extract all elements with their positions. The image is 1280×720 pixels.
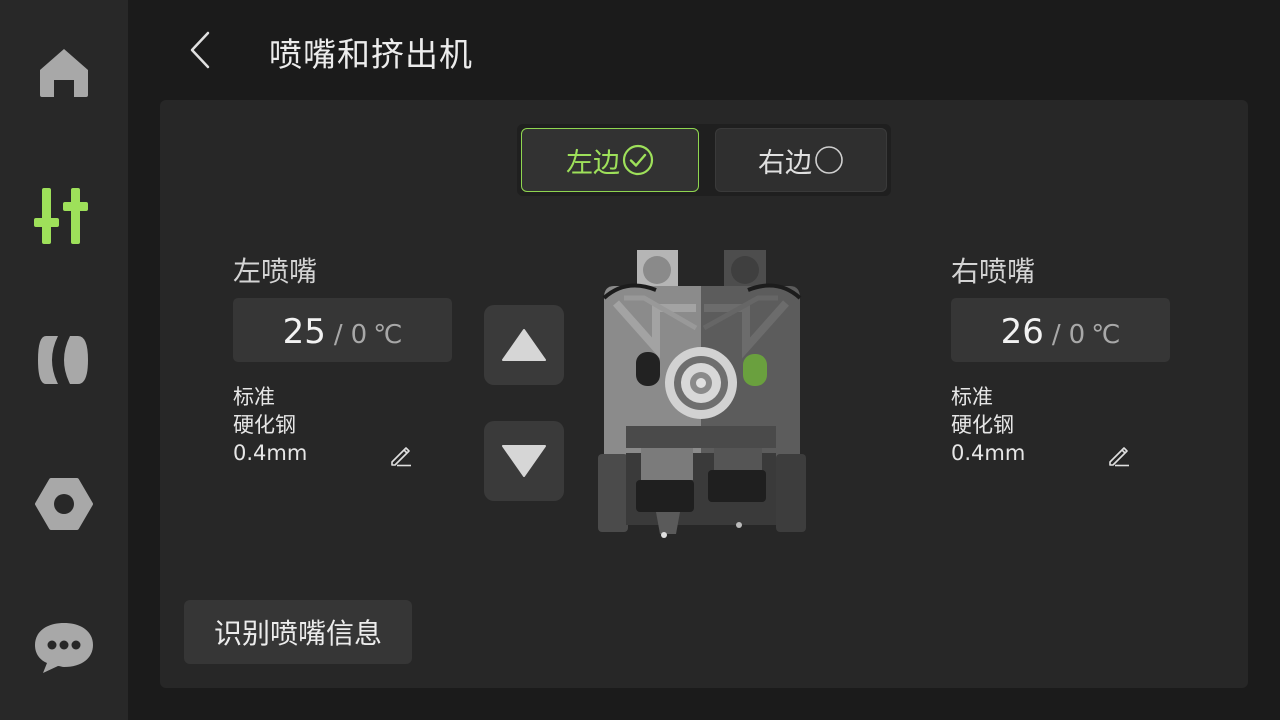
- right-nozzle-info: 标准 硬化钢 0.4mm: [951, 383, 1025, 467]
- filament-spool-icon: [38, 336, 88, 384]
- nav-messages[interactable]: [24, 608, 104, 688]
- left-nozzle-temp-box[interactable]: 25 / 0 ℃: [233, 298, 452, 362]
- empty-circle-icon: [815, 146, 843, 174]
- chevron-left-icon: [190, 31, 210, 69]
- extrude-down-button[interactable]: [484, 421, 564, 501]
- check-circle-icon: [622, 144, 654, 176]
- right-side-option[interactable]: 右边: [715, 128, 887, 192]
- left-nozzle-current-temp: 25: [282, 312, 326, 352]
- nav-controls[interactable]: [24, 175, 104, 255]
- pencil-icon: [1109, 447, 1129, 467]
- home-icon: [40, 49, 88, 97]
- right-nozzle-diameter: 0.4mm: [951, 441, 1026, 465]
- left-nozzle-edit-button[interactable]: [386, 440, 416, 470]
- nozzle-side-selector: 左边 右边: [517, 124, 891, 196]
- left-nozzle-material: 硬化钢: [233, 413, 296, 437]
- extrude-up-button[interactable]: [484, 305, 564, 385]
- extruder-image: [598, 250, 806, 538]
- left-nozzle-temp-separator: /: [333, 320, 343, 350]
- right-nozzle-temp-separator: /: [1051, 320, 1061, 350]
- page-title: 喷嘴和挤出机: [269, 35, 473, 74]
- left-side-label: 左边: [566, 147, 620, 179]
- right-nozzle-target-temp: 0: [1068, 320, 1086, 350]
- right-nozzle-temp-box[interactable]: 26 / 0 ℃: [951, 298, 1170, 362]
- settings-nut-icon: [35, 478, 93, 530]
- identify-nozzle-button[interactable]: 识别喷嘴信息: [184, 600, 412, 664]
- right-nozzle-label: 右喷嘴: [951, 255, 1036, 288]
- triangle-up-icon: [502, 329, 546, 361]
- right-nozzle-material: 硬化钢: [951, 413, 1014, 437]
- left-nozzle-temp-unit: ℃: [373, 320, 403, 350]
- right-nozzle-edit-button[interactable]: [1104, 440, 1134, 470]
- header: 喷嘴和挤出机: [128, 0, 1280, 100]
- main-panel: 左边 右边 左喷嘴 25 / 0 ℃ 标准 硬化钢 0.4mm 右喷嘴 26 /…: [160, 100, 1248, 688]
- right-nozzle-type: 标准: [951, 385, 993, 409]
- left-nozzle-info: 标准 硬化钢 0.4mm: [233, 383, 307, 467]
- right-nozzle-current-temp: 26: [1000, 312, 1044, 352]
- nav-home[interactable]: [24, 32, 104, 112]
- extruder-illustration: [596, 248, 808, 540]
- triangle-down-icon: [502, 445, 546, 477]
- pencil-icon: [391, 447, 411, 467]
- nav-filament[interactable]: [24, 320, 104, 400]
- adjust-sliders-icon: [34, 188, 88, 244]
- sidebar: [0, 0, 128, 720]
- right-nozzle-temp-unit: ℃: [1091, 320, 1121, 350]
- left-nozzle-diameter: 0.4mm: [233, 441, 308, 465]
- back-button[interactable]: [178, 26, 222, 74]
- right-side-label: 右边: [758, 147, 812, 179]
- left-nozzle-label: 左喷嘴: [233, 255, 318, 288]
- message-bubble-icon: [35, 623, 93, 673]
- left-nozzle-type: 标准: [233, 385, 275, 409]
- left-nozzle-target-temp: 0: [350, 320, 368, 350]
- left-side-option[interactable]: 左边: [521, 128, 699, 192]
- nav-settings[interactable]: [24, 464, 104, 544]
